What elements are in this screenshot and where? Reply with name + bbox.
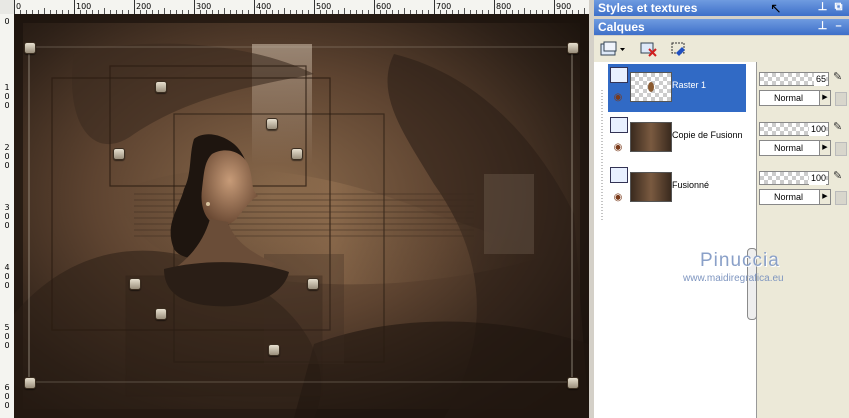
styles-palette-title-text: Styles et textures: [598, 1, 698, 15]
layers-panel: ◉ Raster 1 ◉ Copie de Fusionn ◉ Fusionné…: [594, 36, 849, 418]
blend-mode-select[interactable]: Normal ▶: [759, 140, 831, 156]
layer-type-icon: [610, 167, 628, 183]
blend-mode-select[interactable]: Normal ▶: [759, 189, 831, 205]
watermark-name: Pinuccia: [700, 250, 780, 271]
transform-handle[interactable]: [268, 344, 280, 356]
canvas-area[interactable]: 0 100 200 300 400 500 600 700 800 900 0 …: [0, 0, 589, 418]
eye-icon[interactable]: ◉: [611, 93, 625, 103]
transform-handle[interactable]: [24, 377, 36, 389]
transform-handle[interactable]: [155, 308, 167, 320]
ruler-left-label: 0: [4, 332, 10, 341]
brush-icon[interactable]: ✎: [833, 120, 847, 136]
new-layer-button[interactable]: [598, 38, 628, 60]
layer-name: Copie de Fusionn: [672, 130, 743, 140]
transform-handle[interactable]: [266, 118, 278, 130]
artwork: [14, 14, 589, 418]
transform-handle[interactable]: [129, 278, 141, 290]
opacity-slider[interactable]: 65: [759, 72, 829, 86]
lock-icon[interactable]: [835, 142, 847, 156]
layer-row-raster-1[interactable]: ◉ Raster 1: [608, 64, 746, 112]
new-layer-icon: [600, 41, 625, 56]
restore-icon[interactable]: ⧉: [832, 1, 845, 14]
layer-props-copie-de-fusionne: 100 Normal ▶ ✎: [759, 118, 847, 162]
cursor-icon: ↖: [770, 0, 782, 16]
document-image[interactable]: [14, 14, 589, 418]
opacity-value: 100: [808, 172, 826, 185]
ruler-left-label: 4: [4, 263, 10, 272]
ruler-left-label: 5: [4, 323, 10, 332]
layer-thumbnail: [630, 122, 672, 152]
ruler-left-label: 3: [4, 203, 10, 212]
opacity-value: 100: [808, 123, 826, 136]
opacity-slider[interactable]: 100: [759, 171, 829, 185]
layers-palette-title[interactable]: Calques ⊥ –: [594, 19, 849, 35]
layer-props-fusionne: 100 Normal ▶ ✎: [759, 167, 847, 211]
layer-properties: 65 Normal ▶ ✎ 100 Normal ▶ ✎ 100 Normal …: [757, 62, 849, 418]
ruler-left-label: 0: [4, 212, 10, 221]
ruler-left-label: 6: [4, 383, 10, 392]
ruler-left-label: 2: [4, 143, 10, 152]
layer-props-raster-1: 65 Normal ▶ ✎: [759, 68, 847, 112]
transform-handle[interactable]: [307, 278, 319, 290]
ruler-left-label: 0: [4, 221, 10, 230]
layers-palette-title-text: Calques: [598, 20, 645, 34]
blend-mode-value: Normal: [774, 192, 804, 202]
ruler-left-label: 0: [4, 17, 10, 26]
blend-mode-value: Normal: [774, 93, 804, 103]
ruler-left-label: 0: [4, 101, 10, 110]
delete-layer-button[interactable]: [638, 38, 660, 60]
eye-icon[interactable]: ◉: [611, 143, 625, 153]
transform-handle[interactable]: [567, 42, 579, 54]
blend-mode-value: Normal: [774, 143, 804, 153]
layer-type-icon: [610, 117, 628, 133]
delete-layer-icon: [640, 42, 657, 57]
opacity-slider[interactable]: 100: [759, 122, 829, 136]
layer-row-fusionne[interactable]: ◉ Fusionné: [608, 164, 746, 212]
ruler-left-label: 0: [4, 401, 10, 410]
layer-list[interactable]: ◉ Raster 1 ◉ Copie de Fusionn ◉ Fusionné: [594, 62, 757, 418]
pin-icon[interactable]: ⊥: [816, 20, 829, 33]
ruler-left-label: 0: [4, 152, 10, 161]
lock-icon[interactable]: [835, 92, 847, 106]
transform-handle[interactable]: [113, 148, 125, 160]
brush-icon[interactable]: ✎: [833, 70, 847, 86]
transform-handle[interactable]: [24, 42, 36, 54]
ruler-left-label: 0: [4, 341, 10, 350]
transform-handle[interactable]: [291, 148, 303, 160]
watermark-url: www.maidiregrafica.eu: [683, 273, 784, 284]
brush-icon[interactable]: ✎: [833, 169, 847, 185]
layer-name: Fusionné: [672, 180, 710, 190]
lock-icon[interactable]: [835, 191, 847, 205]
layer-name: Raster 1: [672, 80, 707, 90]
ruler-left[interactable]: 0 1 0 0 2 0 0 3 0 0 4 0 0 5 0 0 6 0 0: [0, 14, 15, 418]
transform-handle[interactable]: [567, 377, 579, 389]
ruler-left-label: 0: [4, 392, 10, 401]
styles-palette-title[interactable]: Styles et textures ⊥ ⧉: [594, 0, 849, 16]
layer-type-icon: [610, 67, 628, 83]
layer-thumbnail: [630, 72, 672, 102]
chevron-right-icon: ▶: [819, 91, 830, 105]
minimize-icon[interactable]: –: [832, 20, 845, 33]
ruler-left-label: 0: [4, 272, 10, 281]
mask-button[interactable]: [668, 38, 690, 60]
chevron-right-icon: ▶: [819, 190, 830, 204]
eye-icon[interactable]: ◉: [611, 193, 625, 203]
layer-thumbnail-art: [648, 82, 654, 92]
ruler-left-label: 1: [4, 83, 10, 92]
ruler-left-label: 0: [4, 92, 10, 101]
transform-handle[interactable]: [155, 81, 167, 93]
ruler-top[interactable]: 0 100 200 300 400 500 600 700 800 900: [14, 0, 589, 15]
ruler-left-label: 0: [4, 161, 10, 170]
opacity-value: 65: [813, 73, 826, 86]
layer-thumbnail: [630, 172, 672, 202]
pin-icon[interactable]: ⊥: [816, 1, 829, 14]
chevron-right-icon: ▶: [819, 141, 830, 155]
blend-mode-select[interactable]: Normal ▶: [759, 90, 831, 106]
layer-row-copie-de-fusionne[interactable]: ◉ Copie de Fusionn: [608, 114, 746, 162]
mask-icon: [671, 42, 685, 56]
ruler-left-label: 0: [4, 281, 10, 290]
ruler-corner: [0, 0, 15, 15]
ruler-top-ticks: [14, 0, 585, 14]
